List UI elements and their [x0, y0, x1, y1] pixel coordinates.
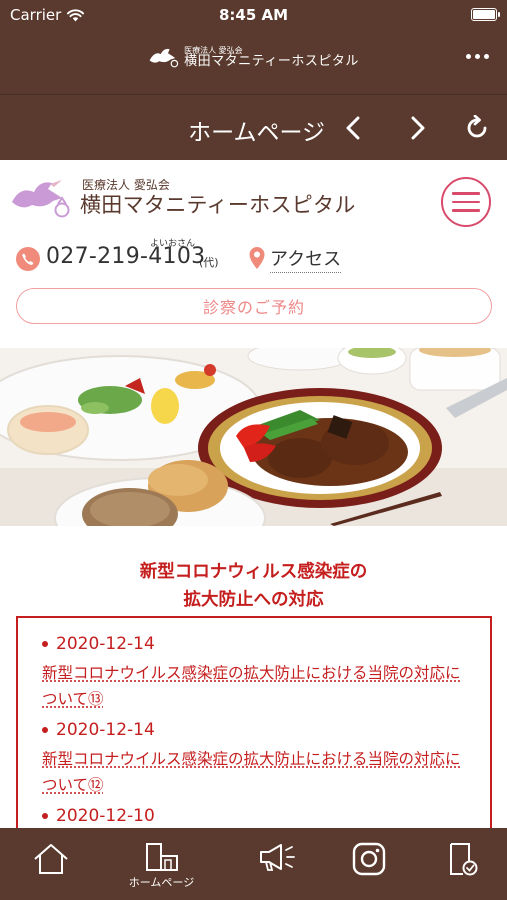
- nav-title: ホームページ: [188, 113, 325, 147]
- battery-icon: [471, 8, 497, 21]
- phone-suffix: (代): [199, 254, 219, 270]
- tab-homepage[interactable]: ホームページ: [111, 828, 212, 900]
- tab-instagram[interactable]: [318, 828, 419, 900]
- status-time: 8:45 AM: [0, 6, 507, 24]
- news-item: 2020-12-10: [42, 806, 155, 826]
- news-date: 2020-12-14: [42, 634, 472, 654]
- news-date: 2020-12-14: [42, 720, 472, 740]
- chevron-right-icon: [409, 115, 427, 141]
- contact-row: よいおさん 027-219-4103 (代) アクセス: [16, 240, 496, 276]
- instagram-icon: [352, 842, 386, 876]
- document-check-icon: [445, 842, 479, 876]
- megaphone-icon: [257, 842, 297, 872]
- site-logo[interactable]: 医療法人 愛弘会 横田マタニティーホスピタル: [10, 176, 356, 220]
- bullet-icon: [42, 727, 48, 733]
- back-button[interactable]: [338, 113, 368, 143]
- stork-logo-icon: [148, 46, 180, 70]
- tab-announcements[interactable]: [226, 828, 327, 900]
- covid-title-line1: 新型コロナウィルス感染症の: [0, 558, 507, 586]
- covid-news-box: 2020-12-14 新型コロナウイルス感染症の拡大防止における当院の対応につい…: [16, 616, 492, 828]
- chevron-left-icon: [344, 115, 362, 141]
- tab-homepage-label: ホームページ: [129, 874, 194, 890]
- hero-food-image: [0, 348, 507, 526]
- stork-logo-icon: [10, 176, 72, 220]
- more-options-button[interactable]: [466, 54, 489, 59]
- hamburger-menu-button[interactable]: [441, 177, 491, 227]
- house-icon: [32, 842, 70, 876]
- forward-button[interactable]: [403, 113, 433, 143]
- header-logo: 医療法人 愛弘会 横田マタニティーホスピタル: [0, 46, 507, 70]
- reload-icon: [464, 115, 490, 141]
- news-link[interactable]: 新型コロナウイルス感染症の拡大防止における当院の対応について⑫: [42, 746, 472, 798]
- map-pin-icon: [248, 246, 266, 270]
- news-date-text: 2020-12-14: [56, 634, 155, 654]
- news-item: 2020-12-14 新型コロナウイルス感染症の拡大防止における当院の対応につい…: [42, 720, 472, 798]
- menu-line: [452, 201, 480, 204]
- bottom-tab-bar: ホームページ: [0, 828, 507, 900]
- homepage-icon: [143, 842, 181, 872]
- reservation-button[interactable]: 診察のご予約: [16, 288, 492, 324]
- header-logo-big: 横田マタニティーホスピタル: [184, 55, 359, 69]
- menu-line: [452, 209, 480, 212]
- web-content[interactable]: 医療法人 愛弘会 横田マタニティーホスピタル よいおさん 027-219-410…: [0, 160, 507, 828]
- site-logo-small: 医療法人 愛弘会: [80, 179, 356, 193]
- site-logo-big: 横田マタニティーホスピタル: [80, 193, 356, 217]
- phone-icon[interactable]: [16, 247, 40, 271]
- news-item: 2020-12-14 新型コロナウイルス感染症の拡大防止における当院の対応につい…: [42, 634, 472, 712]
- bullet-icon: [42, 813, 48, 819]
- app-header: 医療法人 愛弘会 横田マタニティーホスピタル: [0, 32, 507, 94]
- news-link[interactable]: 新型コロナウイルス感染症の拡大防止における当院の対応について⑬: [42, 660, 472, 712]
- dot-icon: [484, 54, 489, 59]
- covid-notice-title: 新型コロナウィルス感染症の 拡大防止への対応: [0, 558, 507, 614]
- menu-line: [452, 192, 480, 195]
- news-date-text: 2020-12-14: [56, 720, 155, 740]
- covid-title-line2: 拡大防止への対応: [0, 586, 507, 614]
- bullet-icon: [42, 641, 48, 647]
- dot-icon: [475, 54, 480, 59]
- access-link[interactable]: アクセス: [270, 245, 341, 273]
- dot-icon: [466, 54, 471, 59]
- phone-number-link[interactable]: 027-219-4103: [46, 244, 205, 269]
- status-bar: Carrier 8:45 AM: [0, 0, 507, 32]
- news-date-text: 2020-12-10: [56, 806, 155, 826]
- tab-document[interactable]: [411, 828, 507, 900]
- browser-nav-bar: ホームページ: [0, 94, 507, 160]
- reload-button[interactable]: [462, 113, 492, 143]
- news-date: 2020-12-10: [42, 806, 155, 826]
- tab-home[interactable]: [0, 828, 101, 900]
